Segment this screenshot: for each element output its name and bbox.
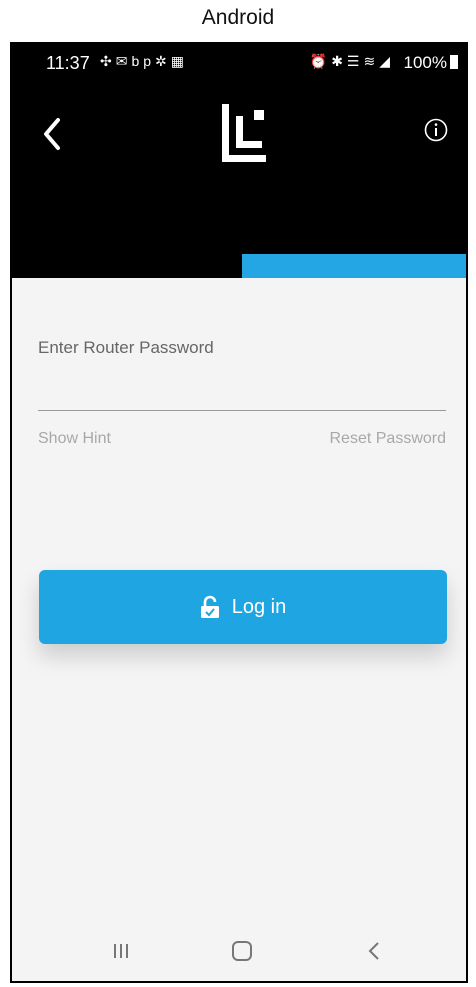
show-hint-link[interactable]: Show Hint	[38, 430, 111, 448]
system-icons: ⏰✱☰≋◢	[310, 53, 394, 70]
reset-password-link[interactable]: Reset Password	[330, 430, 447, 448]
password-field-underline	[38, 410, 446, 411]
login-form: Enter Router Password Show Hint Reset Pa…	[12, 278, 466, 981]
notification-icons: ✣✉bp✲▦	[100, 53, 188, 70]
bp-icon: bp	[131, 53, 156, 69]
back-icon[interactable]	[367, 940, 381, 962]
linksys-logo	[222, 104, 266, 162]
wifi-icon: ☰	[346, 53, 364, 69]
app-header: Use Email Use Router Password	[12, 82, 466, 316]
login-button[interactable]: Log in	[39, 570, 447, 644]
info-icon[interactable]	[424, 118, 448, 142]
battery-icon	[450, 55, 458, 69]
lte-icon: ≋	[363, 53, 380, 69]
bluetooth-icon: ✱	[331, 53, 347, 69]
login-label: Log in	[231, 595, 287, 618]
home-icon[interactable]	[231, 940, 253, 962]
phone-screen: 11:37 ✣✉bp✲▦ ⏰✱☰≋◢ 100% Use Email Use Ro…	[10, 42, 468, 983]
battery-label: 100%	[403, 53, 447, 72]
signal-icon: ◢	[379, 53, 394, 69]
grid-icon: ✣	[100, 53, 116, 69]
android-nav-bar	[12, 924, 466, 981]
unlock-icon	[200, 595, 219, 618]
password-field[interactable]: Enter Router Password	[38, 338, 214, 358]
fan-icon: ✲	[155, 53, 171, 69]
battery-indicator: 100%	[404, 53, 458, 73]
calendar-icon: ▦	[170, 53, 189, 69]
recent-apps-icon[interactable]	[112, 942, 130, 960]
status-time: 11:37	[46, 53, 90, 73]
status-bar: 11:37 ✣✉bp✲▦ ⏰✱☰≋◢ 100%	[12, 44, 466, 82]
chevron-left-icon[interactable]	[38, 114, 68, 154]
mail-icon: ✉	[115, 53, 132, 69]
caption: Android	[201, 6, 275, 29]
alarm-icon: ⏰	[309, 53, 332, 69]
